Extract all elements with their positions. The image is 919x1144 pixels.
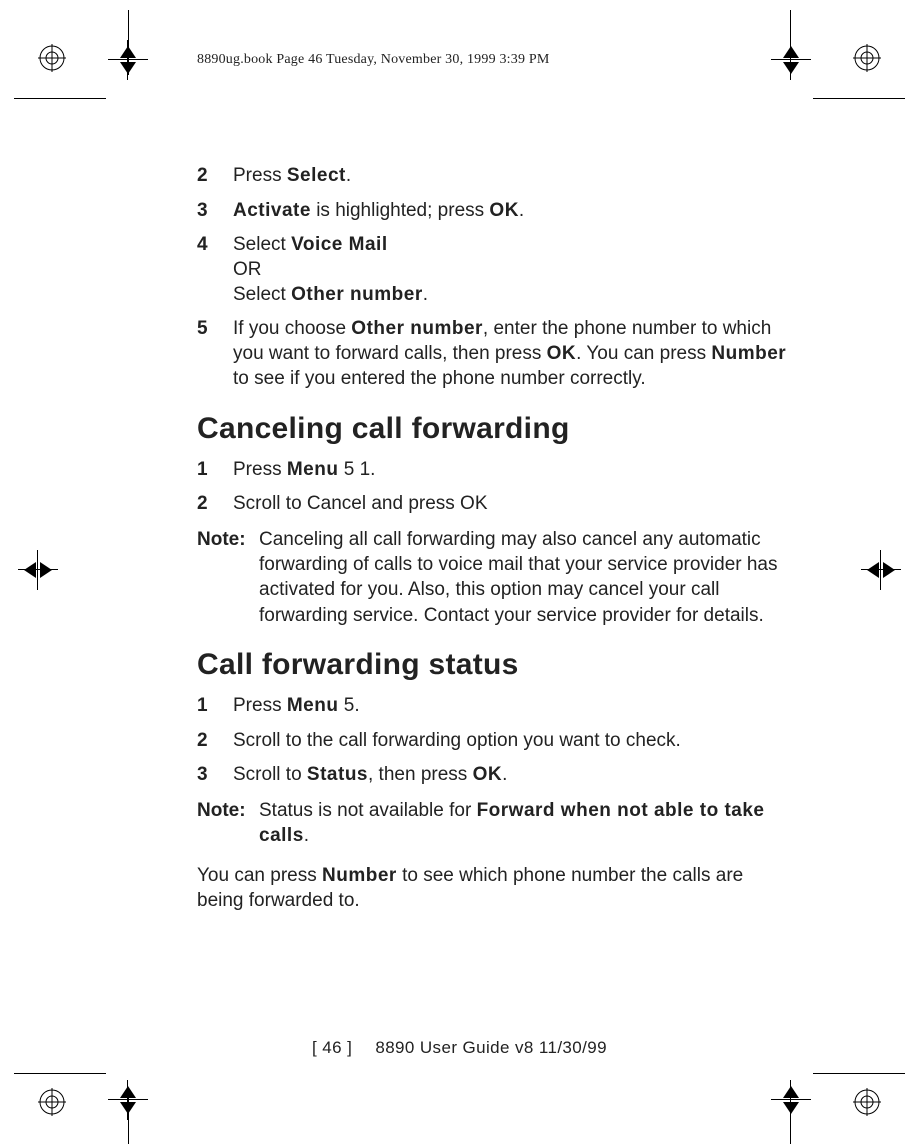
- button-label: Activate: [233, 200, 311, 221]
- step-item: 3 Activate is highlighted; press OK.: [197, 199, 787, 224]
- note-body: Status is not available for Forward when…: [259, 798, 787, 849]
- crop-line: [813, 1073, 905, 1074]
- crop-line: [128, 1094, 129, 1144]
- step-number: 4: [197, 233, 233, 307]
- step-item: 4 Select Voice Mail OR Select Other numb…: [197, 233, 787, 307]
- step-number: 3: [197, 763, 233, 788]
- button-label: Voice Mail: [291, 234, 388, 255]
- crop-mark-icon: [861, 550, 901, 590]
- step-item: 2 Scroll to Cancel and press OK: [197, 492, 787, 517]
- crop-line: [14, 1073, 106, 1074]
- step-text: Press Select.: [233, 164, 787, 189]
- crop-line: [813, 98, 905, 99]
- step-item: 2 Press Select.: [197, 164, 787, 189]
- step-number: 1: [197, 694, 233, 719]
- crop-mark-icon: [771, 1080, 811, 1120]
- page-content: 2 Press Select. 3 Activate is highlighte…: [197, 164, 787, 913]
- step-text: If you choose Other number, enter the ph…: [233, 317, 787, 391]
- step-text: Scroll to the call forwarding option you…: [233, 729, 787, 754]
- step-item: 2 Scroll to the call forwarding option y…: [197, 729, 787, 754]
- note-label: Note:: [197, 527, 259, 628]
- step-number: 2: [197, 492, 233, 517]
- heading-status: Call forwarding status: [197, 648, 787, 682]
- crop-mark-icon: [18, 550, 58, 590]
- button-label: Number: [322, 865, 397, 886]
- button-label: Other number: [351, 318, 483, 339]
- step-number: 2: [197, 729, 233, 754]
- crop-mark-icon: [771, 40, 811, 80]
- crop-line: [128, 10, 129, 75]
- button-label: OK: [489, 200, 519, 221]
- button-label: OK: [473, 764, 503, 785]
- button-label: Select: [287, 165, 346, 186]
- button-label: Menu: [287, 695, 339, 716]
- step-text: Press Menu 5 1.: [233, 458, 787, 483]
- button-label: Number: [711, 343, 786, 364]
- paragraph: You can press Number to see which phone …: [197, 863, 787, 914]
- page-number: [ 46 ]: [312, 1038, 352, 1057]
- button-label: Status: [307, 764, 368, 785]
- button-label: Other number: [291, 284, 423, 305]
- note-body: Canceling all call forwarding may also c…: [259, 527, 787, 628]
- step-text: Scroll to Status, then press OK.: [233, 763, 787, 788]
- crop-line: [790, 10, 791, 75]
- note-block: Note: Canceling all call forwarding may …: [197, 527, 787, 628]
- button-label: Menu: [287, 459, 339, 480]
- page-footer: [ 46 ] 8890 User Guide v8 11/30/99: [0, 1038, 919, 1058]
- step-item: 5 If you choose Other number, enter the …: [197, 317, 787, 391]
- heading-cancel: Canceling call forwarding: [197, 412, 787, 446]
- step-item: 1 Press Menu 5.: [197, 694, 787, 719]
- step-text: Press Menu 5.: [233, 694, 787, 719]
- step-text: Activate is highlighted; press OK.: [233, 199, 787, 224]
- crop-line: [14, 98, 106, 99]
- step-text: Scroll to Cancel and press OK: [233, 492, 787, 517]
- register-mark-icon: [853, 1088, 881, 1116]
- step-number: 2: [197, 164, 233, 189]
- step-item: 3 Scroll to Status, then press OK.: [197, 763, 787, 788]
- step-number: 5: [197, 317, 233, 391]
- step-item: 1 Press Menu 5 1.: [197, 458, 787, 483]
- register-mark-icon: [38, 44, 66, 72]
- step-text: Select Voice Mail OR Select Other number…: [233, 233, 787, 307]
- crop-line: [790, 1094, 791, 1144]
- button-label: OK: [547, 343, 577, 364]
- step-number: 3: [197, 199, 233, 224]
- note-label: Note:: [197, 798, 259, 849]
- step-number: 1: [197, 458, 233, 483]
- page-header: 8890ug.book Page 46 Tuesday, November 30…: [197, 52, 550, 68]
- register-mark-icon: [38, 1088, 66, 1116]
- footer-text: 8890 User Guide v8 11/30/99: [375, 1038, 607, 1057]
- register-mark-icon: [853, 44, 881, 72]
- note-block: Note: Status is not available for Forwar…: [197, 798, 787, 849]
